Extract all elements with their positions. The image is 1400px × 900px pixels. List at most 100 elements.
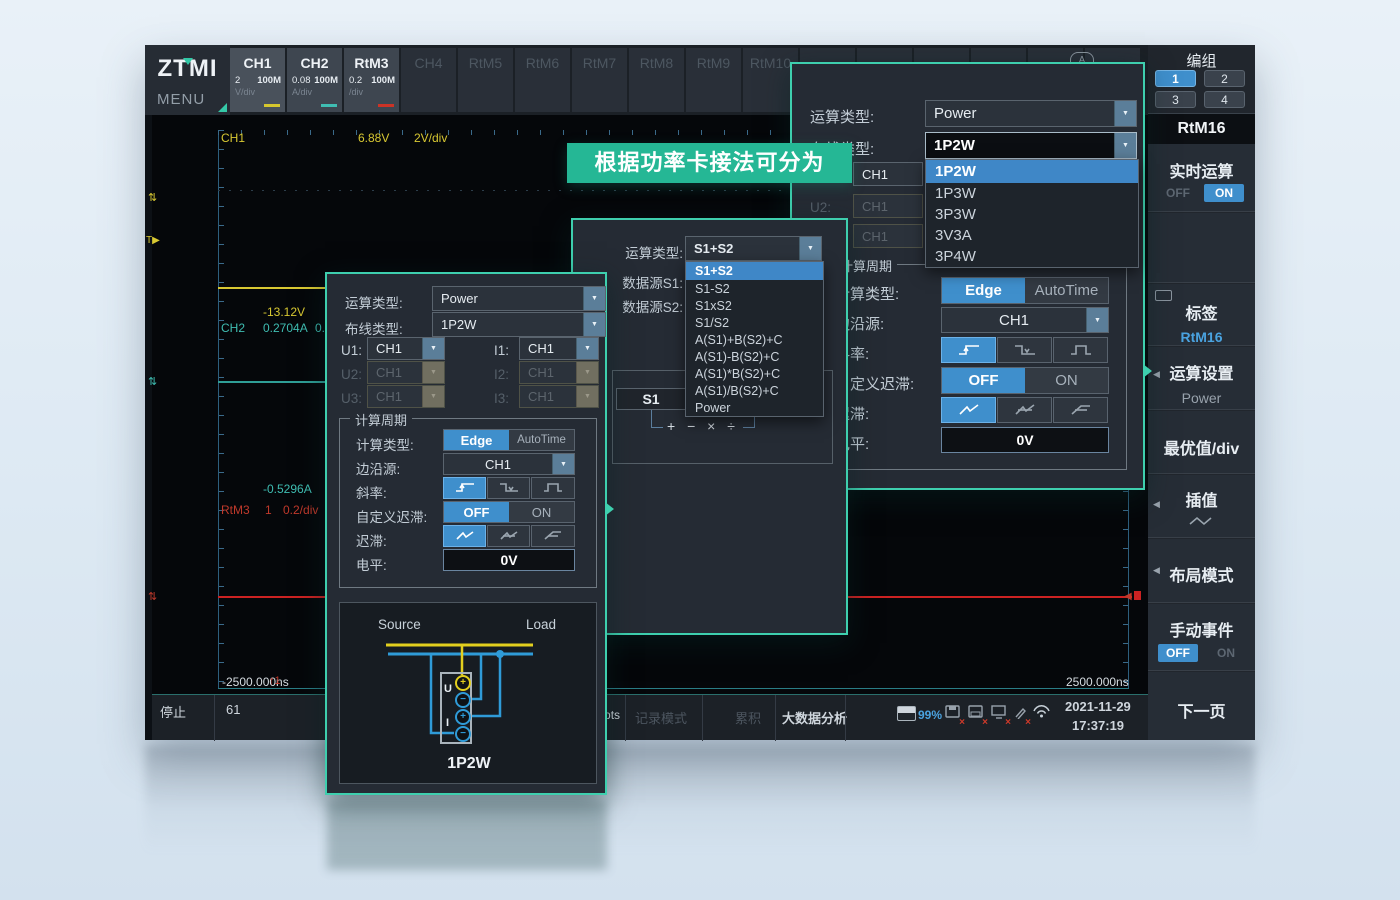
edge-autotime-toggle[interactable]: EdgeAutoTime xyxy=(941,277,1109,304)
next-page-title: 下一页 xyxy=(1148,698,1255,722)
group-button-2[interactable]: 2 xyxy=(1204,70,1245,87)
rtm3-index: 1 xyxy=(265,503,272,517)
dropdown-option[interactable]: 3V3A xyxy=(926,225,1138,246)
disconnected-x-icon: × xyxy=(959,717,965,728)
storage-percent: 99% xyxy=(918,708,942,722)
manual-event-on[interactable]: ON xyxy=(1206,644,1246,662)
tab-rtm7[interactable]: RtM7 xyxy=(572,48,627,112)
hysteresis-low-button[interactable] xyxy=(941,397,996,423)
dropdown-option[interactable]: A(S1)-B(S2)+C xyxy=(686,348,823,365)
probe-icon: × xyxy=(1013,706,1027,724)
rtm3-position-marker[interactable]: ⇅ xyxy=(148,592,157,603)
device-reflection xyxy=(145,745,1255,855)
i2-dropdown: CH1▼ xyxy=(519,361,599,384)
level-input[interactable]: 0V xyxy=(443,549,575,571)
label-section[interactable]: 标签 RtM16 xyxy=(1148,284,1255,346)
next-page-section[interactable]: 下一页 xyxy=(1148,672,1255,740)
rtm3-scale: 0.2/div xyxy=(283,503,318,517)
trace-end-handle[interactable] xyxy=(1134,591,1141,600)
ch1-trace xyxy=(218,287,328,289)
edge-source-dropdown[interactable]: CH1▼ xyxy=(941,307,1109,333)
dropdown-option[interactable]: A(S1)+B(S2)+C xyxy=(686,331,823,348)
edge-source-label: 边沿源: xyxy=(356,458,400,478)
hysteresis-mid-button[interactable] xyxy=(487,525,530,547)
slope-both-button[interactable] xyxy=(531,477,575,499)
tab-ch4[interactable]: CH4 xyxy=(401,48,456,112)
status-bar: 停止 61 (500)pts 记录模式 累积 大数据分析 99% × × xyxy=(152,694,1148,740)
edge-source-dropdown[interactable]: CH1▼ xyxy=(443,453,575,475)
interpolation-icon xyxy=(1188,515,1216,527)
hysteresis-high-button[interactable] xyxy=(1053,397,1108,423)
dropdown-option[interactable]: S1-S2 xyxy=(686,280,823,297)
slope-both-button[interactable] xyxy=(1053,337,1108,363)
hysteresis-mid-button[interactable] xyxy=(997,397,1052,423)
calc-type-dropdown[interactable]: S1+S2▼ xyxy=(685,236,822,261)
rtm3-trace xyxy=(218,596,328,598)
trigger-level-marker[interactable]: T▶ xyxy=(146,235,160,246)
chevron-down-icon: ▼ xyxy=(1114,133,1136,158)
best-div-section[interactable]: 最优值/div xyxy=(1148,411,1255,474)
dropdown-option[interactable]: 1P3W xyxy=(926,183,1138,204)
i3-label: I3: xyxy=(494,391,509,406)
channel-color-bar xyxy=(264,104,280,107)
dropdown-option[interactable]: A(S1)/B(S2)+C xyxy=(686,382,823,399)
slope-falling-button[interactable] xyxy=(487,477,530,499)
tab-rtm3[interactable]: RtM3 0.2100M /div xyxy=(344,48,399,112)
group-button-3[interactable]: 3 xyxy=(1155,91,1196,108)
menu-button[interactable]: MENU xyxy=(157,91,205,108)
wiring-type-dropdown[interactable]: 1P2W▼ xyxy=(925,132,1137,159)
group-button-4[interactable]: 4 xyxy=(1204,91,1245,108)
ch1-value: 6.88V xyxy=(358,131,389,145)
manual-event-off[interactable]: OFF xyxy=(1158,644,1198,662)
trace-end-marker[interactable]: ◀ xyxy=(1124,591,1132,602)
tab-rtm5[interactable]: RtM5 xyxy=(458,48,513,112)
big-data-label: 大数据分析 xyxy=(782,708,847,727)
run-state: 停止 xyxy=(160,702,186,721)
realtime-calc-section[interactable]: 实时运算 OFF ON xyxy=(1148,144,1255,212)
dropdown-option[interactable]: Power xyxy=(686,399,823,416)
realtime-on[interactable]: ON xyxy=(1204,184,1244,202)
custom-hysteresis-toggle[interactable]: OFFON xyxy=(443,501,575,523)
dropdown-option[interactable]: S1+S2 xyxy=(686,262,823,280)
ch1-label: CH1 xyxy=(221,131,245,145)
annotation-banner: 根据功率卡接法可分为 xyxy=(567,143,852,183)
dropdown-option[interactable]: A(S1)*B(S2)+C xyxy=(686,365,823,382)
tab-rtm6[interactable]: RtM6 xyxy=(515,48,570,112)
calc-settings-section[interactable]: ◀ 运算设置 Power xyxy=(1148,347,1255,410)
edge-autotime-toggle[interactable]: EdgeAutoTime xyxy=(443,429,575,451)
interpolation-section[interactable]: ◀ 插值 xyxy=(1148,475,1255,538)
dropdown-option[interactable]: 1P2W xyxy=(926,160,1138,183)
custom-hysteresis-toggle[interactable]: OFFON xyxy=(941,367,1109,394)
tab-ch2[interactable]: CH2 0.08100M A/div xyxy=(287,48,342,112)
dropdown-option[interactable]: S1/S2 xyxy=(686,314,823,331)
slope-falling-button[interactable] xyxy=(997,337,1052,363)
u1-dropdown[interactable]: CH1▼ xyxy=(367,337,445,360)
calc-type-label: 运算类型: xyxy=(810,106,874,127)
logo-block: ZTMI MENU xyxy=(145,45,230,115)
chevron-down-icon: ▼ xyxy=(422,362,444,383)
tab-ch1[interactable]: CH1 2100M V/div xyxy=(230,48,285,112)
group-button-1[interactable]: 1 xyxy=(1155,70,1196,87)
ch2-position-marker[interactable]: ⇅ xyxy=(148,377,157,388)
ch1-position-marker[interactable]: ⇅ xyxy=(148,193,157,204)
dropdown-option[interactable]: 3P4W xyxy=(926,246,1138,267)
wiring-type-dropdown[interactable]: 1P2W▼ xyxy=(432,312,606,337)
i-terminal-label: I xyxy=(446,717,449,729)
manual-event-section[interactable]: 手动事件 OFF ON xyxy=(1148,604,1255,671)
interpolation-title: 插值 xyxy=(1148,487,1255,511)
u1-field[interactable]: CH1 xyxy=(853,162,923,186)
hysteresis-low-button[interactable] xyxy=(443,525,486,547)
slope-rising-button[interactable] xyxy=(443,477,486,499)
calc-type-dropdown[interactable]: Power▼ xyxy=(432,286,606,311)
calc-type-dropdown[interactable]: Power▼ xyxy=(925,100,1137,127)
dropdown-option[interactable]: S1xS2 xyxy=(686,297,823,314)
level-input[interactable]: 0V xyxy=(941,427,1109,453)
tab-rtm8[interactable]: RtM8 xyxy=(629,48,684,112)
layout-mode-section[interactable]: ◀ 布局模式 xyxy=(1148,539,1255,603)
slope-rising-button[interactable] xyxy=(941,337,996,363)
realtime-off[interactable]: OFF xyxy=(1158,184,1198,202)
tab-rtm9[interactable]: RtM9 xyxy=(686,48,741,112)
dropdown-option[interactable]: 3P3W xyxy=(926,204,1138,225)
hysteresis-high-button[interactable] xyxy=(531,525,575,547)
i1-dropdown[interactable]: CH1▼ xyxy=(519,337,599,360)
